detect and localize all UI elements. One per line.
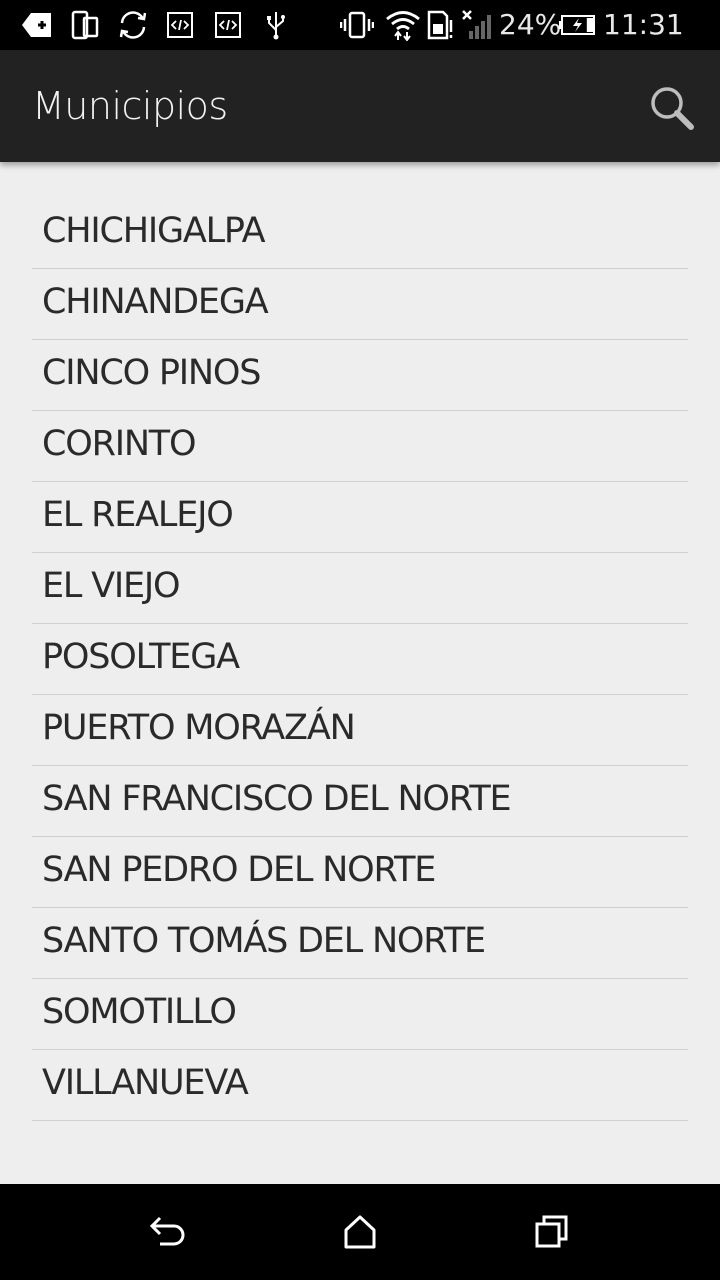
usb-icon [262,9,290,41]
list-item[interactable]: PUERTO MORAZÁN [32,695,688,766]
list-item-label: CHICHIGALPA [42,211,266,251]
list-item[interactable]: CINCO PINOS [32,340,688,411]
no-signal-icon [461,9,493,41]
list-item-label: PUERTO MORAZÁN [42,708,356,748]
list-item-label: EL REALEJO [42,495,234,535]
list-item[interactable]: EL REALEJO [32,482,688,553]
list-item[interactable]: SOMOTILLO [32,979,688,1050]
list-item-label: CINCO PINOS [42,353,261,393]
wifi-icon [385,9,421,41]
list-item-label: POSOLTEGA [42,637,240,677]
status-bar: 24% 11:31 AM [0,0,720,73]
list-item-label: CHINANDEGA [42,282,269,322]
content-area: CHICHIGALPA CHINANDEGA CINCO PINOS CORINTO E… [0,162,720,1184]
app-bar: Municipios [0,50,720,162]
code-icon [213,9,243,41]
list-item[interactable]: POSOLTEGA [32,624,688,695]
navigation-bar [0,1184,720,1280]
municipios-list: CHICHIGALPA CHINANDEGA CINCO PINOS CORINTO E… [32,198,688,1121]
home-button[interactable] [336,1208,384,1256]
battery-percent: 24% [499,8,562,41]
list-item-label: VILLANUEVA [42,1063,249,1103]
code-icon [165,9,195,41]
recent-apps-icon [535,1215,568,1248]
list-item[interactable]: SAN PEDRO DEL NORTE [32,837,688,908]
list-item[interactable]: SANTO TOMÁS DEL NORTE [32,908,688,979]
vibrate-icon [340,9,374,41]
home-icon [344,1215,376,1249]
list-item[interactable]: VILLANUEVA [32,1050,688,1121]
back-icon [149,1216,185,1246]
list-item[interactable]: EL VIEJO [32,553,688,624]
add-notification-icon [20,9,54,41]
sync-icon [115,9,151,41]
list-item[interactable]: CORINTO [32,411,688,482]
list-item-label: SANTO TOMÁS DEL NORTE [42,921,486,961]
page-title: Municipios [32,84,228,128]
back-button[interactable] [144,1208,192,1256]
list-item-label: EL VIEJO [42,566,181,606]
recent-apps-button[interactable] [528,1208,576,1256]
list-item[interactable]: CHINANDEGA [32,269,688,340]
battery-charging-icon [558,9,596,41]
search-icon [651,87,694,130]
list-item[interactable]: CHICHIGALPA [32,198,688,269]
sd-card-icon [425,9,455,41]
screen-icon [70,9,100,41]
list-item-label: SAN FRANCISCO DEL NORTE [42,779,512,819]
search-button[interactable] [644,80,700,136]
list-item-label: SOMOTILLO [42,992,237,1032]
list-item[interactable]: SAN FRANCISCO DEL NORTE [32,766,688,837]
list-item-label: SAN PEDRO DEL NORTE [42,850,436,890]
list-item-label: CORINTO [42,424,197,464]
clock-time: 11:31 [603,8,684,41]
